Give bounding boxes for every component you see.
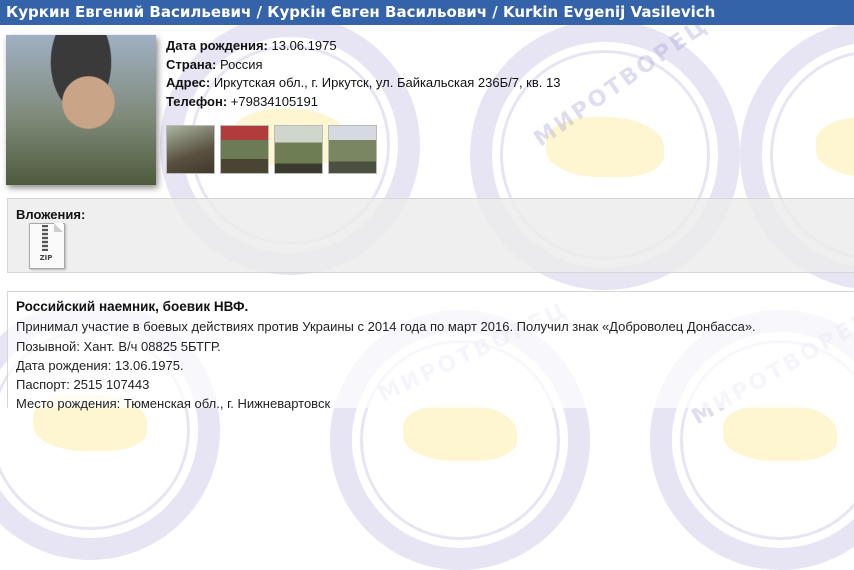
description-line: Дата рождения: 13.06.1975. bbox=[16, 357, 184, 373]
field-label: Дата рождения: bbox=[166, 38, 268, 53]
field-value: 13.06.1975 bbox=[271, 38, 337, 53]
description-line: Паспорт: 2515 107443 bbox=[16, 377, 150, 393]
field-label: Страна: bbox=[166, 56, 217, 72]
field-value: Иркутская обл., г. Иркутск, ул. Байкальс… bbox=[213, 75, 561, 90]
field-value: Россия bbox=[219, 56, 263, 72]
description-heading: Российский наемник, боевик НВФ. bbox=[16, 299, 249, 314]
description-line: Принимал участие в боевых действиях прот… bbox=[16, 319, 756, 335]
gallery-thumbnail[interactable] bbox=[220, 125, 269, 174]
attachments-panel: Вложения: ZIP bbox=[7, 198, 854, 273]
birth-date-row: Дата рождения: 13.06.1975 bbox=[166, 37, 560, 56]
description-panel: Российский наемник, боевик НВФ. Принимал… bbox=[7, 291, 854, 411]
description-line: Позывной: Хант. В/ч 08825 5БТГР. bbox=[16, 338, 221, 354]
description-line: Место рождения: Тюменская обл., г. Нижне… bbox=[16, 396, 331, 412]
gallery-thumbnail[interactable] bbox=[328, 125, 377, 174]
field-value: +79834105191 bbox=[230, 93, 318, 109]
field-label: Адрес: bbox=[166, 75, 211, 90]
profile-photo[interactable] bbox=[6, 35, 156, 185]
profile-info: Дата рождения: 13.06.1975 Страна: Россия… bbox=[166, 37, 560, 111]
gallery-thumbnail[interactable] bbox=[274, 125, 323, 174]
file-type-label: ZIP bbox=[39, 254, 53, 262]
phone-row: Телефон: +79834105191 bbox=[166, 93, 560, 112]
gallery-thumbnail[interactable] bbox=[166, 125, 215, 174]
country-row: Страна: Россия bbox=[166, 56, 560, 75]
address-row: Адрес: Иркутская обл., г. Иркутск, ул. Б… bbox=[166, 74, 560, 93]
zip-file-icon[interactable]: ZIP bbox=[29, 223, 67, 269]
page-title: Куркин Евгений Васильевич / Куркін Євген… bbox=[0, 0, 854, 25]
field-label: Телефон: bbox=[166, 93, 228, 109]
attachments-title: Вложения: bbox=[16, 207, 86, 222]
